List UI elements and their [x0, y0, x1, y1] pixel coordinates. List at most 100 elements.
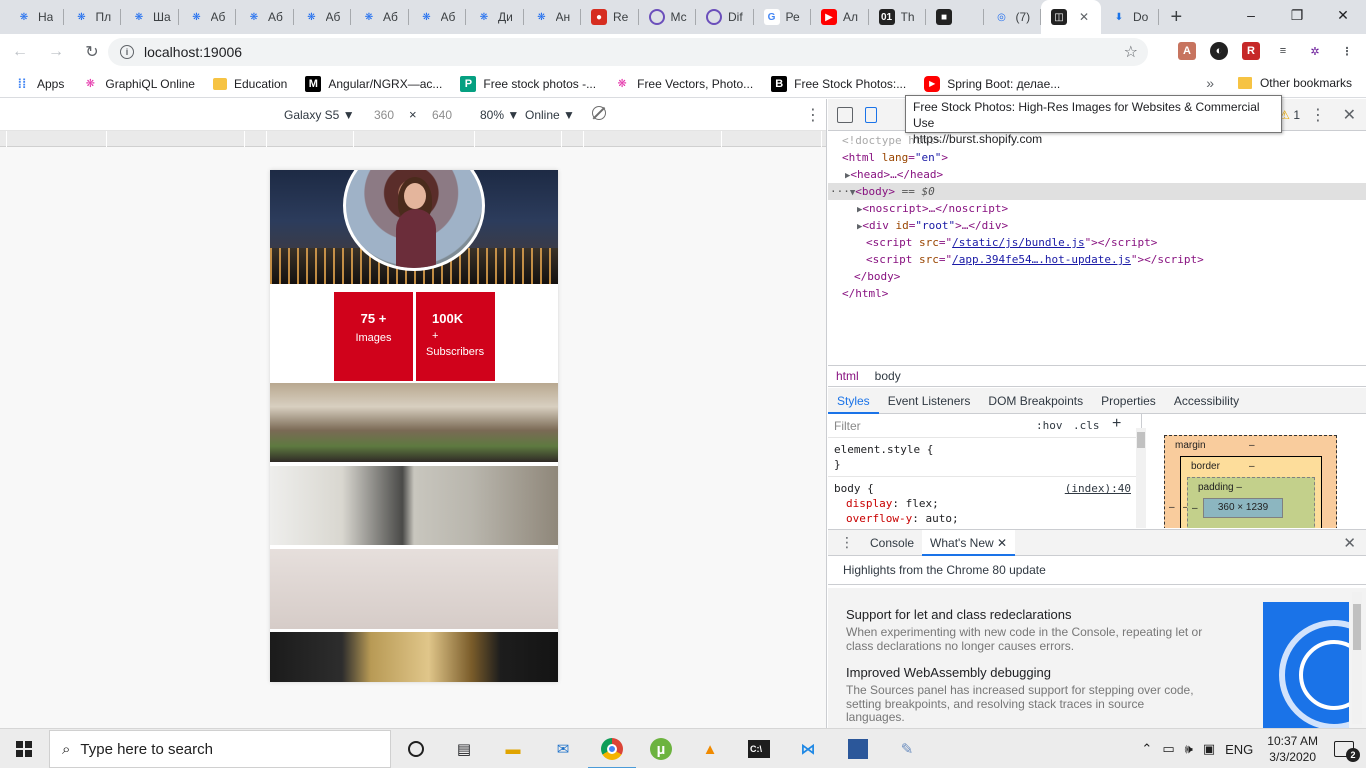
- file-explorer-icon[interactable]: ▬: [498, 734, 528, 764]
- styles-filter-input[interactable]: Filter: [834, 419, 861, 433]
- tab-dom-breakpoints[interactable]: DOM Breakpoints: [979, 388, 1092, 414]
- body-node-selected[interactable]: ···▼<body> == $0: [828, 183, 1366, 200]
- start-button[interactable]: [0, 729, 48, 768]
- app-icon[interactable]: [843, 734, 873, 764]
- browser-tab[interactable]: ❋ Ди: [466, 0, 524, 34]
- bundle-script-link[interactable]: /static/js/bundle.js: [952, 236, 1084, 249]
- browser-tab[interactable]: 01 Th: [869, 0, 927, 34]
- whats-new-scrollbar[interactable]: [1352, 592, 1362, 724]
- tab-whats-new[interactable]: What's New ✕: [922, 529, 1016, 556]
- dark-mode-extension-icon[interactable]: ◐: [1210, 42, 1228, 60]
- hover-state-toggle[interactable]: :hov: [1036, 419, 1063, 432]
- html-node[interactable]: <html lang="en">: [842, 149, 948, 166]
- devtools-close-icon[interactable]: ✕: [1343, 105, 1356, 125]
- class-toggle[interactable]: .cls: [1073, 419, 1100, 432]
- device-select[interactable]: Galaxy S5 ▼: [284, 108, 355, 122]
- taskbar-search[interactable]: ⌕ Type here to search: [49, 730, 391, 768]
- bookmark-item[interactable]: Education: [212, 77, 287, 91]
- clock[interactable]: 10:37 AM 3/3/2020: [1267, 733, 1318, 765]
- vscode-icon[interactable]: ⋈: [793, 734, 823, 764]
- bookmark-item[interactable]: ▶ Spring Boot: делае...: [924, 75, 1060, 92]
- new-style-rule-button[interactable]: +: [1112, 415, 1121, 433]
- browser-tab[interactable]: ❋ Ан: [524, 0, 582, 34]
- devtools-menu-icon[interactable]: ⋮: [1310, 105, 1326, 125]
- browser-tab[interactable]: G Ре: [754, 0, 812, 34]
- bookmark-item[interactable]: B Free Stock Photos:...: [771, 75, 906, 92]
- browser-tab[interactable]: ❋ Аб: [409, 0, 467, 34]
- tab-console[interactable]: Console: [862, 530, 922, 556]
- script-hot-update-node[interactable]: <script src="/app.394fe54….hot-update.js…: [866, 251, 1204, 268]
- bookmark-item[interactable]: ⁞⁞ Apps: [14, 76, 65, 92]
- device-height-input[interactable]: 640: [432, 108, 452, 122]
- style-property-overflow[interactable]: overflow-y: auto;: [834, 511, 1135, 526]
- bookmarks-overflow-button[interactable]: »: [1206, 75, 1214, 91]
- other-bookmarks-folder[interactable]: Other bookmarks: [1237, 76, 1352, 90]
- bookmark-star-icon[interactable]: ☆: [1124, 42, 1138, 62]
- browser-tab[interactable]: ● Re: [581, 0, 639, 34]
- forward-button[interactable]: →: [40, 36, 72, 68]
- new-tab-button[interactable]: +: [1171, 0, 1183, 34]
- device-width-input[interactable]: 360: [374, 108, 394, 122]
- vlc-icon[interactable]: ▲: [695, 734, 725, 764]
- browser-tab[interactable]: Dif: [696, 0, 754, 34]
- terminal-icon[interactable]: C:\: [744, 734, 774, 764]
- device-toggle-icon[interactable]: [865, 107, 877, 123]
- news-item[interactable]: Support for let and class redeclarations…: [846, 607, 1206, 653]
- notifications-icon[interactable]: 2: [1334, 741, 1360, 762]
- browser-tab[interactable]: ❋ Аб: [179, 0, 237, 34]
- drawer-close-icon[interactable]: ✕: [1343, 534, 1356, 552]
- drawer-menu-icon[interactable]: ⋮: [840, 534, 854, 551]
- cortana-icon[interactable]: [401, 734, 431, 764]
- redux-extension-icon[interactable]: R: [1242, 42, 1260, 60]
- browser-tab[interactable]: Мс: [639, 0, 697, 34]
- chrome-taskbar-icon[interactable]: [588, 734, 636, 768]
- breadcrumb-html[interactable]: html: [836, 369, 859, 383]
- battery-icon[interactable]: ▭: [1162, 741, 1174, 757]
- inspect-element-icon[interactable]: [837, 107, 853, 123]
- browser-tab[interactable]: ❋ Ша: [121, 0, 179, 34]
- paint-icon[interactable]: ✎: [892, 734, 922, 764]
- gallery-photo-building[interactable]: [270, 383, 558, 462]
- box-model-border[interactable]: border – – padding – – 360 × 1239: [1180, 456, 1322, 528]
- utorrent-icon[interactable]: µ: [646, 734, 676, 764]
- pdf-extension-icon[interactable]: A: [1178, 42, 1196, 60]
- browser-tab[interactable]: ◫ ✕: [1041, 0, 1101, 34]
- volume-icon[interactable]: 🕪: [1185, 741, 1193, 757]
- show-hidden-icons-icon[interactable]: ⌃: [1141, 741, 1152, 757]
- warning-count[interactable]: ⚠ 1: [1279, 108, 1300, 122]
- body-close-node[interactable]: </body>: [854, 268, 900, 285]
- minimize-button[interactable]: –: [1228, 0, 1274, 30]
- noscript-node[interactable]: ▶<noscript>…</noscript>: [857, 200, 1008, 217]
- browser-tab[interactable]: ❋ Пл: [64, 0, 122, 34]
- browser-tab[interactable]: ⬇ Do: [1101, 0, 1159, 34]
- style-property-display[interactable]: display: flex;: [834, 496, 1135, 511]
- task-view-icon[interactable]: ▤: [449, 734, 479, 764]
- box-model-margin[interactable]: margin – – border – – padding – – 360 × …: [1164, 435, 1337, 528]
- device-toolbar-more-icon[interactable]: ⋮: [805, 105, 821, 125]
- mail-icon[interactable]: ✉: [548, 734, 578, 764]
- browser-tab[interactable]: ❋ Аб: [351, 0, 409, 34]
- network-icon[interactable]: ▣: [1203, 741, 1215, 757]
- browser-tab[interactable]: ◎ (7): [984, 0, 1042, 34]
- gallery-photo-flowers[interactable]: [270, 549, 558, 629]
- box-model-padding[interactable]: padding – – 360 × 1239: [1187, 477, 1315, 528]
- maximize-button[interactable]: ❐: [1274, 0, 1320, 30]
- rule-source-link[interactable]: (index):40: [1065, 481, 1131, 496]
- chrome-menu-icon[interactable]: ⋮: [1338, 42, 1356, 60]
- media-query-ruler[interactable]: [0, 131, 826, 147]
- html-close-node[interactable]: </html>: [842, 285, 888, 302]
- language-indicator[interactable]: ENG: [1225, 742, 1253, 757]
- gallery-photo-interior[interactable]: [270, 466, 558, 545]
- tab-accessibility[interactable]: Accessibility: [1165, 388, 1248, 414]
- styles-scrollbar[interactable]: [1136, 428, 1146, 528]
- reading-list-icon[interactable]: ≡: [1274, 42, 1292, 60]
- browser-tab[interactable]: ❋ Аб: [236, 0, 294, 34]
- bookmark-item[interactable]: ❋ GraphiQL Online: [82, 76, 195, 92]
- rotate-icon[interactable]: [592, 106, 606, 120]
- network-throttling-select[interactable]: Online ▼: [525, 108, 575, 122]
- browser-tab[interactable]: ❋ На: [6, 0, 64, 34]
- element-style-rule[interactable]: element.style { }: [828, 438, 1141, 477]
- back-button[interactable]: ←: [4, 36, 36, 68]
- close-window-button[interactable]: ✕: [1320, 0, 1366, 30]
- box-model-content[interactable]: 360 × 1239: [1203, 498, 1283, 518]
